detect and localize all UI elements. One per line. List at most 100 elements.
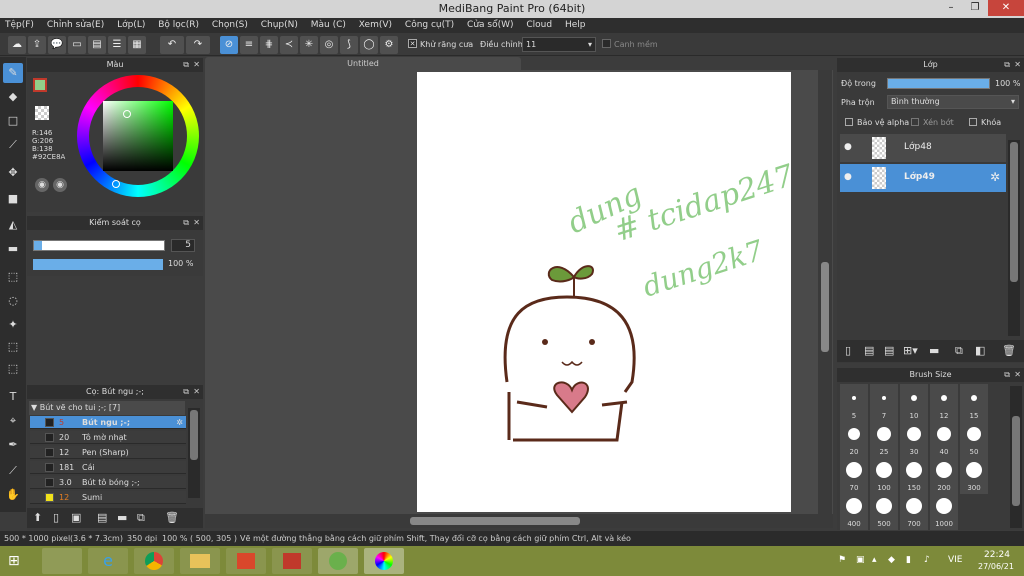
brush-size-scrollbar[interactable] [1010, 386, 1022, 528]
magic-wand-tool-icon[interactable]: ✦ [3, 315, 23, 335]
menu-help[interactable]: Help [560, 18, 591, 33]
brush-size-preset[interactable]: 400 [840, 492, 868, 530]
antialias-checkbox[interactable]: ✕ [408, 39, 417, 48]
protect-alpha-checkbox[interactable] [845, 118, 853, 126]
radial-snap-icon[interactable]: ✳ [300, 36, 318, 54]
lasso-tool-icon[interactable]: ◌ [3, 291, 23, 311]
restore-button[interactable]: ❐ [964, 0, 986, 16]
menu-tools[interactable]: Công cụ(T) [400, 18, 459, 33]
grid-icon[interactable]: ▦ [128, 36, 146, 54]
scroll-thumb[interactable] [1010, 142, 1018, 282]
trash-icon[interactable]: 🗑 [1002, 344, 1016, 357]
brush-size-preset[interactable]: 500 [870, 492, 898, 530]
folder-icon[interactable]: ▬ [117, 511, 127, 524]
palette-settings-icon[interactable]: ◉ [53, 178, 67, 192]
clock-date[interactable]: 27/06/21 [978, 562, 1014, 571]
menu-window[interactable]: Cửa sổ(W) [462, 18, 518, 33]
brush-size-preset[interactable]: 150 [900, 456, 928, 494]
eye-icon[interactable]: ● [844, 172, 852, 182]
trash-icon[interactable]: 🗑 [165, 511, 179, 524]
menu-layer[interactable]: Lớp(L) [112, 18, 150, 33]
new-halftone-layer-icon[interactable]: ▤ [864, 344, 874, 357]
tray-arrow-icon[interactable]: ▴ [872, 555, 877, 565]
app-icon[interactable] [272, 548, 312, 574]
menu-filter[interactable]: Bộ lọc(R) [153, 18, 204, 33]
brush-item[interactable]: 12 Sumi [30, 491, 186, 504]
bluestacks-icon[interactable] [42, 548, 82, 574]
lock-checkbox[interactable] [969, 118, 977, 126]
menu-cloud[interactable]: Cloud [521, 18, 557, 33]
merge-layer-icon[interactable]: ◧ [975, 344, 985, 357]
scroll-thumb[interactable] [410, 517, 580, 525]
minimize-button[interactable]: – [940, 0, 962, 16]
app-green-icon[interactable] [318, 548, 358, 574]
float-icon[interactable]: ⧉ [1004, 58, 1010, 72]
size-value[interactable]: 5 [171, 239, 195, 252]
menu-edit[interactable]: Chỉnh sửa(E) [42, 18, 109, 33]
folder-icon[interactable]: ▬ [929, 344, 939, 357]
settings-icon[interactable]: ⚙ [380, 36, 398, 54]
layer-opacity-slider[interactable] [887, 78, 990, 89]
brush-item[interactable]: 12 Pen (Sharp) [30, 446, 186, 459]
float-icon[interactable]: ⧉ [183, 385, 189, 399]
divide-tool-icon[interactable]: ⌖ [3, 411, 23, 431]
dot-tool-icon[interactable]: ⟋ [3, 135, 23, 155]
text-tool-icon[interactable]: T [3, 387, 23, 407]
pen-tool-icon[interactable]: ✒ [3, 435, 23, 455]
float-icon[interactable]: ⧉ [183, 216, 189, 230]
brush-item[interactable]: 3.0 Bút tô bóng ;-; [30, 476, 186, 489]
float-icon[interactable]: ⧉ [183, 58, 189, 72]
select-pen-tool-icon[interactable]: ⬚ [3, 337, 23, 357]
close-icon[interactable]: ✕ [193, 216, 200, 230]
tray-volume-icon[interactable]: ♪ [924, 555, 930, 565]
brush-size-preset[interactable]: 10 [900, 384, 928, 422]
drawing-canvas[interactable]: dung # tcidap247 dung2k7 [417, 72, 799, 512]
palette-icon[interactable]: ◉ [35, 178, 49, 192]
hue-wheel[interactable] [77, 75, 199, 197]
gradient-tool-icon[interactable]: ▬ [3, 239, 23, 259]
cross-snap-icon[interactable]: ⋕ [260, 36, 278, 54]
office-icon[interactable] [226, 548, 266, 574]
color-picker-cursor[interactable] [123, 110, 131, 118]
brush-list-scrollbar[interactable] [188, 408, 200, 498]
circle-snap-icon[interactable]: ◯ [360, 36, 378, 54]
new-brush-icon[interactable]: ▯ [53, 511, 59, 524]
menu-snap[interactable]: Chụp(N) [256, 18, 303, 33]
list-icon[interactable]: ☰ [108, 36, 126, 54]
vanish-snap-icon[interactable]: ≺ [280, 36, 298, 54]
undo-icon[interactable]: ↶ [160, 36, 184, 54]
message-icon[interactable]: ▭ [68, 36, 86, 54]
eye-icon[interactable]: ● [844, 142, 852, 152]
tray-network-icon[interactable]: ▮ [906, 555, 911, 565]
float-icon[interactable]: ⧉ [1004, 368, 1010, 382]
menu-view[interactable]: Xem(V) [354, 18, 397, 33]
ie-browser-icon[interactable]: e [88, 548, 128, 574]
transparent-color-swatch[interactable] [35, 106, 49, 120]
brush-size-preset[interactable]: 7 [870, 384, 898, 422]
brush-size-preset[interactable]: 30 [900, 420, 928, 458]
brush-size-preset[interactable]: 40 [930, 420, 958, 458]
brush-size-preset[interactable]: 12 [930, 384, 958, 422]
gear-icon[interactable]: ✲ [990, 170, 1000, 184]
saturation-value-square[interactable] [103, 101, 173, 171]
gear-icon[interactable]: ✲ [176, 416, 183, 429]
brush-settings-icon[interactable]: ▣ [71, 511, 81, 524]
brush-item[interactable]: 20 Tô mờ nhạt [30, 431, 186, 444]
move-tool-icon[interactable]: ✥ [3, 163, 23, 183]
opacity-slider[interactable] [33, 259, 163, 270]
soft-edge-checkbox[interactable] [602, 39, 611, 48]
scroll-thumb[interactable] [821, 262, 829, 352]
blend-dropdown[interactable]: Bình thường ▾ [887, 95, 1019, 109]
new-8bit-layer-icon[interactable]: ▤ [884, 344, 894, 357]
rectangle-tool-icon[interactable]: □ [3, 111, 23, 131]
share-icon[interactable]: ⇪ [28, 36, 46, 54]
close-icon[interactable]: ✕ [193, 385, 200, 399]
brush-item[interactable]: 181 Cái [30, 461, 186, 474]
brush-size-preset[interactable]: 5 [840, 384, 868, 422]
comment-icon[interactable]: 💬 [48, 36, 66, 54]
eyedropper-tool-icon[interactable]: ⟋ [3, 461, 23, 481]
select-rect-tool-icon[interactable]: ⬚ [3, 267, 23, 287]
brush-size-preset[interactable]: 200 [930, 456, 958, 494]
clip-checkbox[interactable] [911, 118, 919, 126]
scroll-thumb[interactable] [190, 410, 198, 460]
